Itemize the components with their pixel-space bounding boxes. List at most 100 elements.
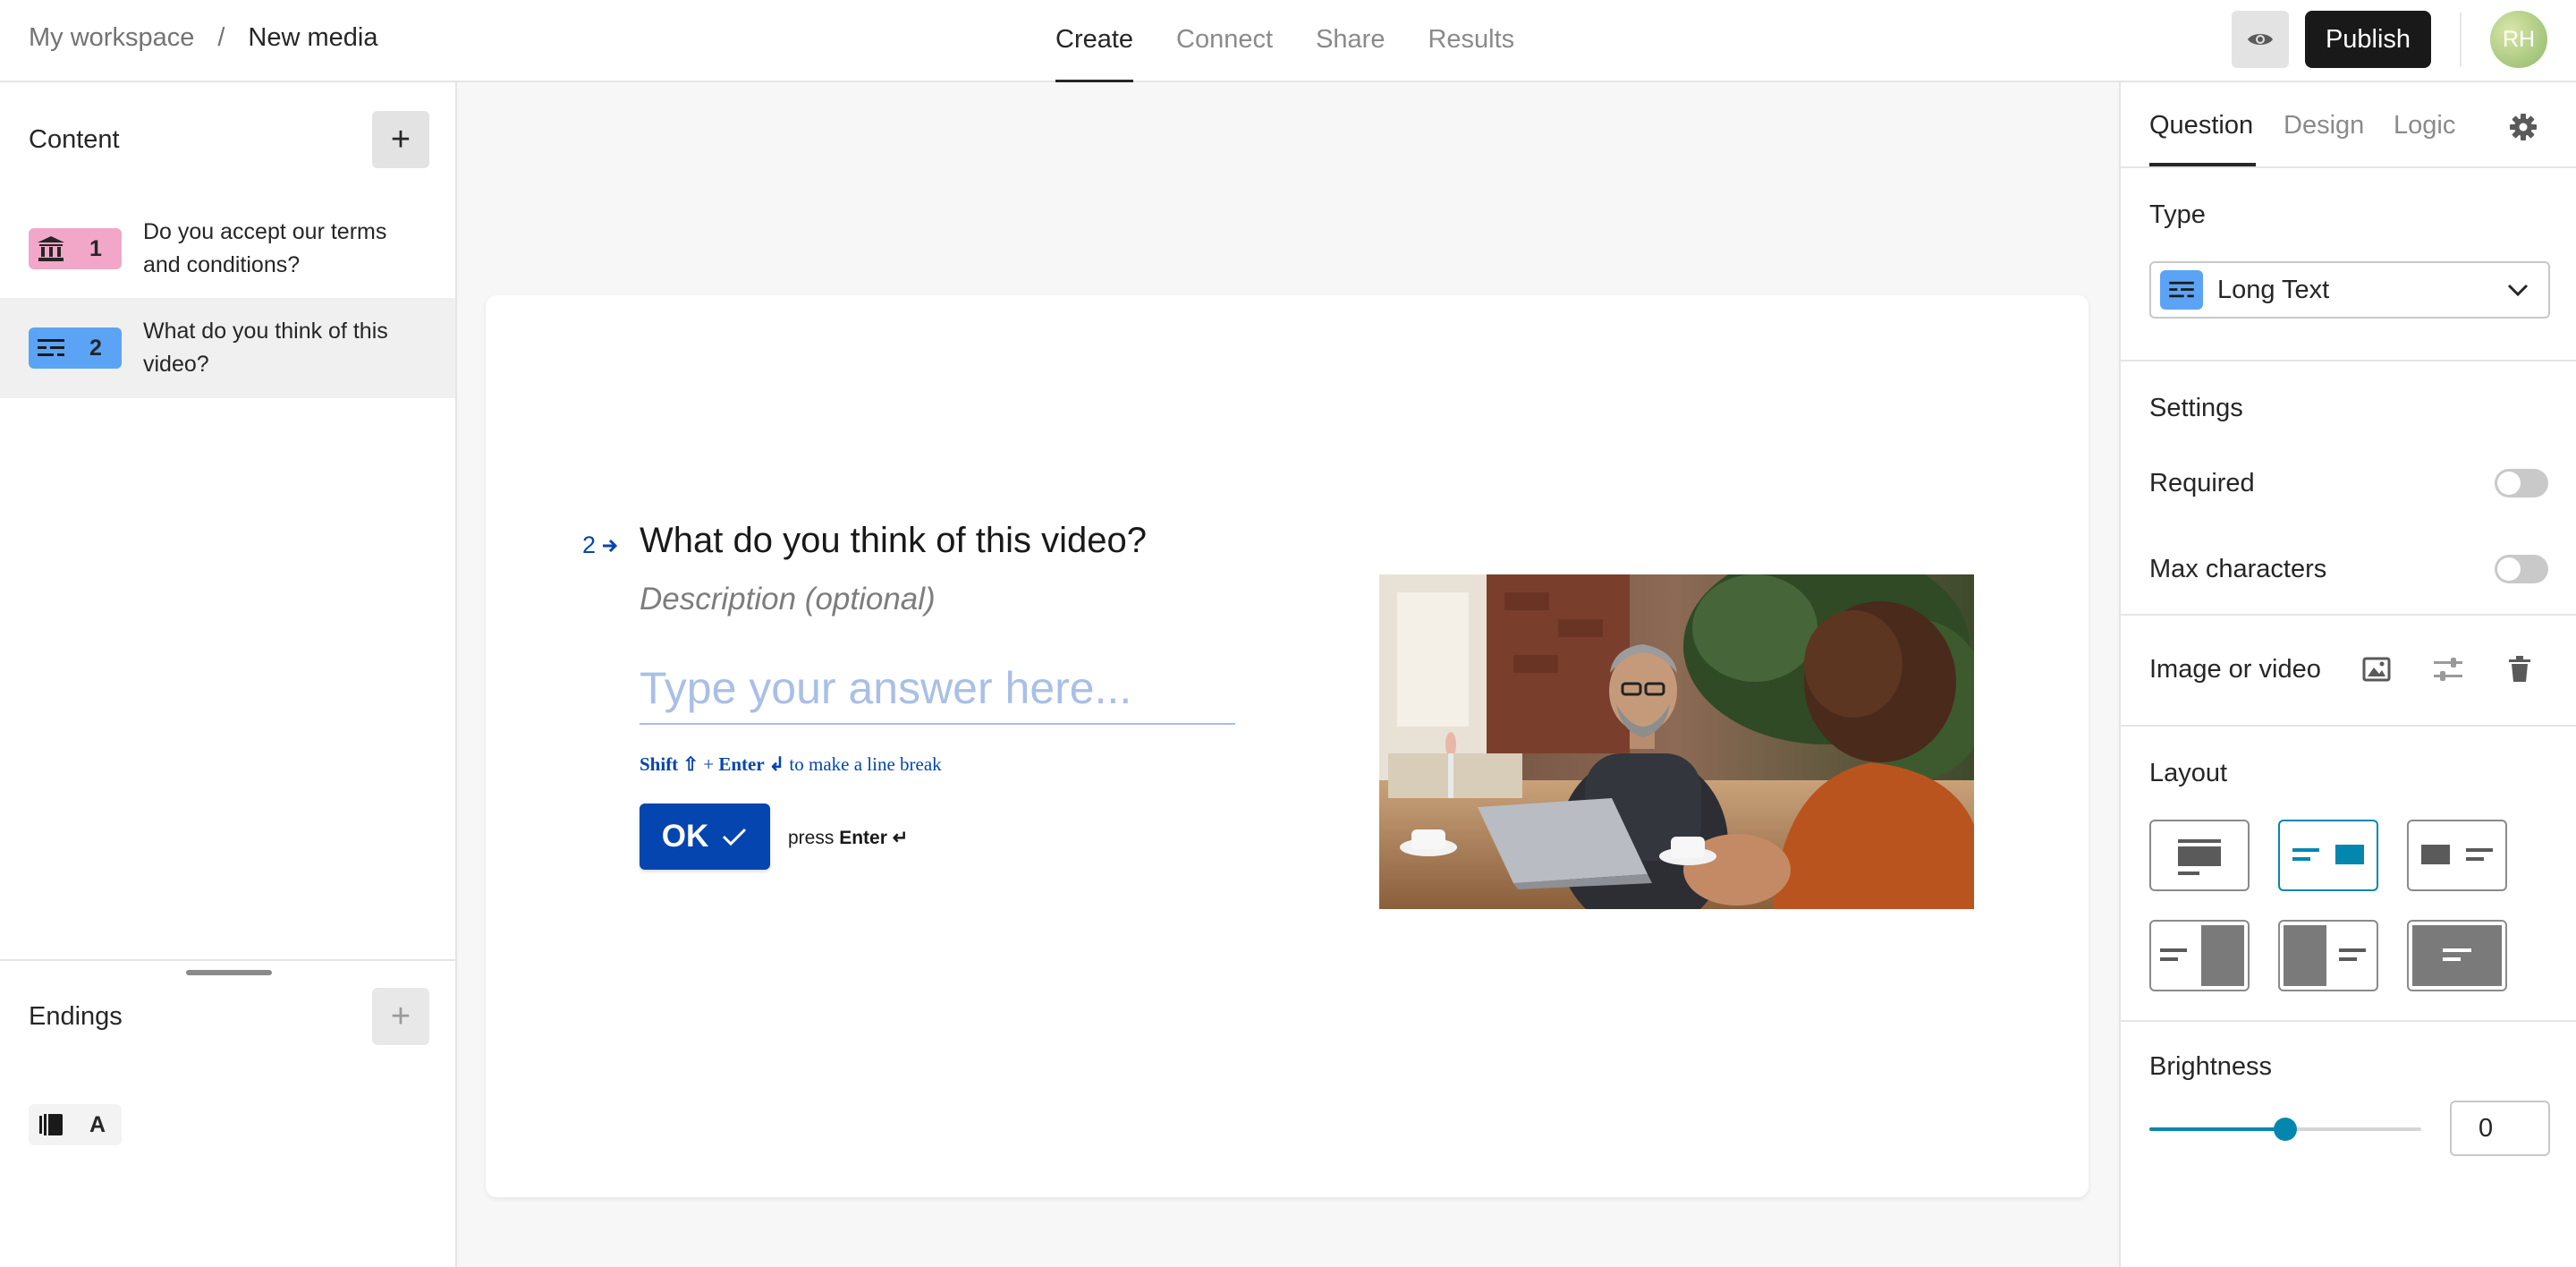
hint-enter-key: Enter ↲	[718, 753, 785, 775]
sidebar-question-2[interactable]: 2 What do you think of this video?	[0, 298, 455, 398]
answer-input[interactable]	[640, 653, 1235, 725]
header-divider	[2460, 13, 2462, 66]
section-divider	[2121, 1020, 2576, 1022]
question-description[interactable]: Description (optional)	[640, 582, 936, 617]
section-divider	[2121, 614, 2576, 616]
layout-option-split-left[interactable]	[2407, 820, 2507, 891]
check-icon	[723, 828, 747, 846]
add-ending-button[interactable]: +	[372, 988, 429, 1045]
avatar[interactable]: RH	[2490, 11, 2547, 68]
layout-option-split-right[interactable]	[2278, 820, 2378, 891]
layout-option-wallpaper-right[interactable]	[2149, 920, 2250, 991]
tab-design[interactable]: Design	[2284, 111, 2364, 140]
settings-button[interactable]	[2505, 109, 2541, 145]
gear-icon	[2510, 114, 2537, 140]
layout-wallpaper-right-icon	[2160, 925, 2244, 986]
brightness-label: Brightness	[2149, 1052, 2273, 1081]
section-divider	[2121, 360, 2576, 361]
sidebar-question-1[interactable]: 1 Do you accept our terms and conditions…	[0, 199, 455, 299]
breadcrumb: My workspace / New media	[29, 23, 377, 53]
layout-background-icon	[2412, 925, 2502, 986]
sliders-icon	[2434, 658, 2462, 681]
replace-image-button[interactable]	[2359, 651, 2394, 687]
trash-icon	[2509, 656, 2530, 682]
brightness-slider-fill	[2149, 1127, 2285, 1131]
question-number: 2	[89, 335, 102, 361]
line-break-hint: Shift ⇧ + Enter ↲ to make a line break	[640, 753, 942, 776]
tab-create[interactable]: Create	[1055, 0, 1134, 83]
ending-label: A	[89, 1111, 106, 1137]
resize-handle[interactable]	[186, 970, 272, 975]
tab-results[interactable]: Results	[1428, 0, 1514, 82]
image-video-label: Image or video	[2149, 655, 2321, 684]
image-settings-button[interactable]	[2430, 651, 2466, 687]
plus-icon: +	[390, 120, 411, 158]
ok-button[interactable]: OK	[640, 804, 770, 870]
question-number-indicator: 2	[582, 531, 619, 559]
ok-label: OK	[661, 819, 709, 854]
press-key: Enter ↵	[839, 828, 909, 848]
question-type-dropdown[interactable]: Long Text	[2149, 261, 2550, 319]
question-media-image[interactable]	[1379, 574, 1974, 909]
layout-split-right-icon	[2292, 845, 2364, 864]
breadcrumb-workspace[interactable]: My workspace	[29, 23, 194, 53]
question-title[interactable]: What do you think of this video?	[640, 521, 1147, 561]
question-text: What do you think of this video?	[143, 319, 388, 377]
tab-logic[interactable]: Logic	[2394, 111, 2455, 140]
preview-button[interactable]	[2232, 11, 2289, 68]
plus-icon: +	[390, 997, 411, 1035]
ending-item[interactable]: A	[29, 1104, 122, 1145]
settings-label: Settings	[2149, 394, 2243, 422]
layout-split-left-icon	[2421, 845, 2493, 864]
top-bar: My workspace / New media Create Connect …	[0, 0, 2576, 83]
tab-question[interactable]: Question	[2149, 111, 2253, 140]
layout-option-background[interactable]	[2407, 920, 2507, 991]
question-card: 2 What do you think of this video? Descr…	[486, 295, 2089, 1197]
section-divider	[0, 959, 455, 961]
panel-tabs: Question Design Logic	[2121, 82, 2576, 168]
hint-text: to make a line break	[789, 753, 942, 775]
hint-shift-key: Shift ⇧	[640, 753, 699, 775]
layout-label: Layout	[2149, 759, 2228, 787]
question-type-value: Long Text	[2217, 275, 2330, 304]
add-content-button[interactable]: +	[372, 111, 429, 168]
brightness-slider[interactable]	[2149, 1118, 2421, 1141]
ending-icon	[29, 1112, 73, 1137]
layout-stack-icon	[2178, 839, 2221, 875]
layout-option-stack[interactable]	[2149, 820, 2250, 891]
press-enter-hint: press Enter ↵	[788, 827, 908, 849]
max-characters-label: Max characters	[2149, 555, 2327, 583]
delete-media-button[interactable]	[2502, 651, 2538, 687]
long-text-icon	[29, 337, 73, 359]
publish-button[interactable]: Publish	[2305, 11, 2431, 68]
tab-share[interactable]: Share	[1316, 0, 1385, 82]
question-badge: 1	[29, 228, 122, 269]
required-label: Required	[2149, 469, 2255, 497]
required-toggle[interactable]	[2495, 469, 2548, 497]
form-canvas: 2 What do you think of this video? Descr…	[457, 82, 2119, 1267]
meeting-photo	[1379, 574, 1974, 909]
main-tabs: Create Connect Share Results	[1055, 0, 1557, 83]
question-settings-panel: Question Design Logic Type Long Text Set…	[2119, 82, 2576, 1267]
question-number: 1	[89, 235, 102, 261]
layout-option-wallpaper-left[interactable]	[2278, 920, 2378, 991]
arrow-right-icon	[603, 539, 618, 552]
chevron-down-icon	[2507, 284, 2529, 296]
section-divider	[2121, 725, 2576, 727]
brightness-slider-thumb[interactable]	[2274, 1118, 2297, 1141]
layout-wallpaper-left-icon	[2284, 925, 2366, 986]
long-text-icon	[2160, 270, 2203, 310]
active-tab-indicator	[2149, 163, 2256, 166]
eye-icon	[2248, 34, 2273, 45]
content-title: Content	[29, 125, 120, 154]
content-sidebar: Content + 1 Do you accept our terms and …	[0, 82, 457, 1267]
breadcrumb-form-name[interactable]: New media	[248, 23, 377, 53]
hint-plus: +	[703, 753, 715, 775]
image-icon	[2362, 657, 2391, 682]
brightness-input[interactable]	[2450, 1101, 2550, 1156]
question-text: Do you accept our terms and conditions?	[143, 219, 387, 277]
bank-icon	[29, 235, 73, 262]
tab-connect[interactable]: Connect	[1176, 0, 1273, 82]
breadcrumb-separator: /	[217, 23, 225, 52]
max-characters-toggle[interactable]	[2495, 555, 2548, 583]
